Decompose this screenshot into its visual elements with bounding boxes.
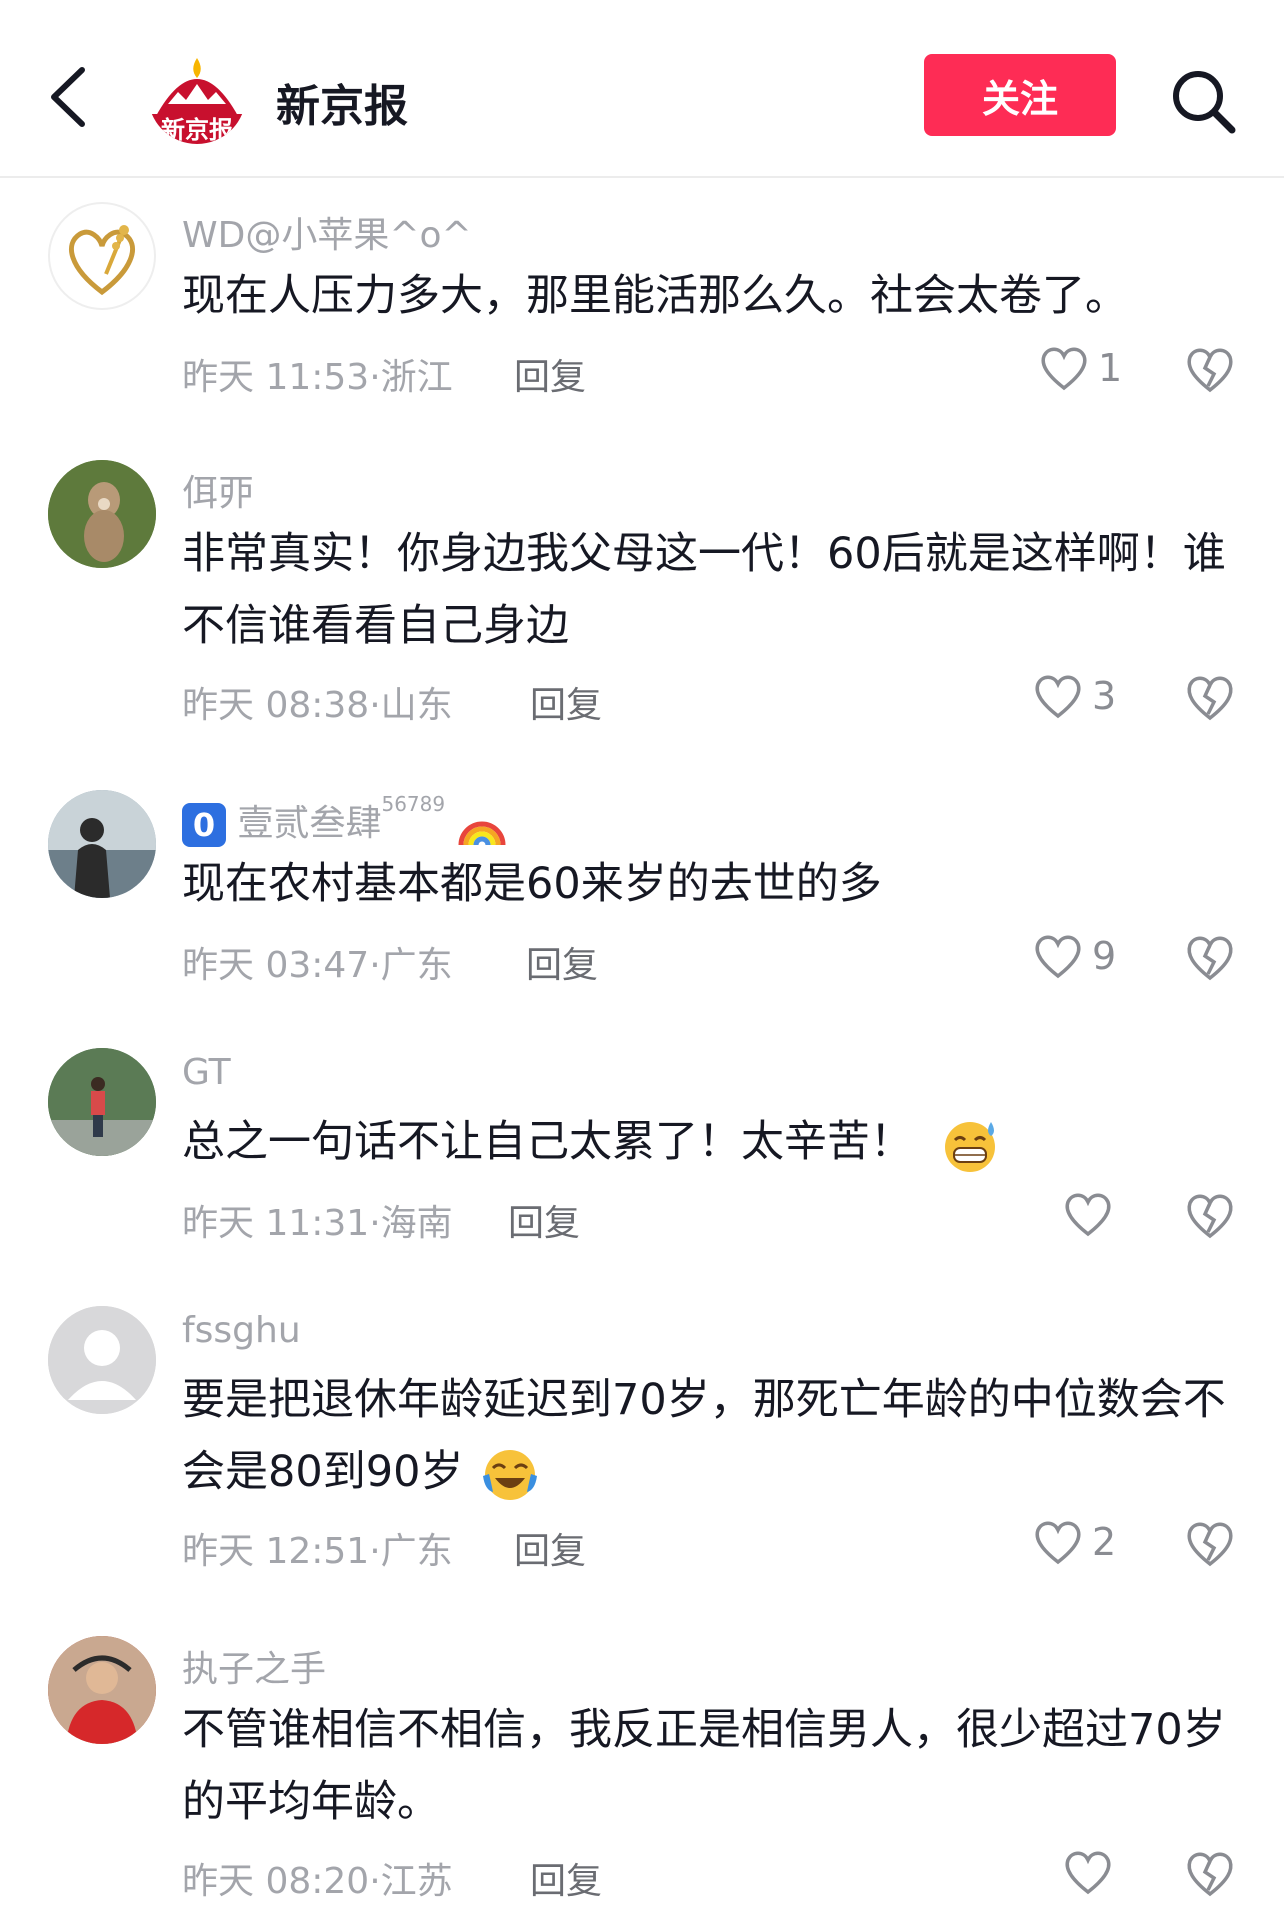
monkey-photo-avatar-icon [48, 460, 156, 568]
comment-time: 昨天 12:51 [182, 1531, 370, 1572]
sweat-grin-emoji [944, 1121, 995, 1172]
like-button[interactable]: 3 [1032, 672, 1116, 720]
number-badge: 0 [182, 803, 226, 847]
heart-icon [1035, 1521, 1081, 1565]
avatar[interactable] [48, 460, 156, 568]
broken-heart-icon[interactable] [1184, 1518, 1236, 1568]
comment-meta: 昨天 08:38·山东 [182, 685, 453, 726]
man-red-shirt-avatar-icon [48, 1636, 156, 1744]
comment-text: 现在农村基本都是60来岁的去世的多 [182, 859, 882, 909]
comment-item: 佴丣 非常真实！你身边我父母这一代！60后就是这样啊！谁不信谁看看自己身边 昨天… [0, 460, 1284, 726]
comment-meta: 昨天 11:53·浙江 [182, 357, 453, 398]
reply-button[interactable]: 回复 [526, 936, 598, 988]
username-superscript: 56789 [381, 792, 446, 816]
reply-button[interactable]: 回复 [514, 1522, 586, 1574]
comment-region: 广东 [380, 1531, 453, 1572]
comment-text-content: 总之一句话不让自己太累了！太辛苦！ [182, 1117, 913, 1167]
top-bar: 新京报 新京报 关注 [0, 0, 1284, 178]
follow-button[interactable]: 关注 [924, 54, 1116, 136]
like-count: 1 [1098, 346, 1123, 390]
comment-text: 非常真实！你身边我父母这一代！60后就是这样啊！谁不信谁看看自己身边 [182, 529, 1226, 651]
comment-username[interactable]: 执子之手 [182, 1640, 326, 1692]
heart-icon [1065, 1851, 1111, 1895]
comment-text: 不管谁相信不相信，我反正是相信男人，很少超过70岁的平均年龄。 [182, 1705, 1226, 1827]
reply-button[interactable]: 回复 [514, 348, 586, 400]
broken-heart-icon[interactable] [1184, 344, 1236, 394]
avatar[interactable] [48, 1306, 156, 1414]
person-lake-avatar-icon [48, 790, 156, 898]
like-button[interactable] [1062, 1848, 1114, 1896]
like-button[interactable]: 2 [1032, 1518, 1116, 1566]
avatar[interactable] [48, 1048, 156, 1156]
comment-username[interactable]: WD@小苹果^o^ [182, 206, 472, 258]
broken-heart-icon[interactable] [1184, 932, 1236, 982]
comment-time: 昨天 11:31 [182, 1203, 370, 1244]
comment-username[interactable]: fssghu [182, 1310, 301, 1351]
comment-time: 昨天 08:38 [182, 685, 370, 726]
comment-text-content: 要是把退休年龄延迟到70岁，那死亡年龄的中位数会不会是80到90岁 [182, 1375, 1226, 1497]
avatar[interactable] [48, 790, 156, 898]
comment-meta: 昨天 08:20·江苏 [182, 1861, 453, 1902]
comment-item: 执子之手 不管谁相信不相信，我反正是相信男人，很少超过70岁的平均年龄。 昨天 … [0, 1636, 1284, 1919]
reply-button[interactable]: 回复 [530, 676, 602, 728]
search-icon[interactable] [1168, 66, 1238, 136]
comment-meta: 昨天 03:47·广东 [182, 945, 453, 986]
broken-heart-icon[interactable] [1184, 1848, 1236, 1898]
comment-time: 昨天 11:53 [182, 357, 370, 398]
laugh-cry-emoji [483, 1449, 538, 1500]
like-count: 3 [1092, 674, 1117, 718]
comment-item: WD@小苹果^o^ 现在人压力多大，那里能活那么久。社会太卷了。 昨天 11:5… [0, 202, 1284, 402]
username-text: 壹贰叁肆 [237, 803, 382, 844]
avatar[interactable] [48, 202, 156, 310]
logo-text: 新京报 [161, 115, 233, 144]
wheat-heart-avatar-icon [69, 225, 135, 296]
default-user-avatar-icon [48, 1306, 156, 1414]
comment-text: 总之一句话不让自己太累了！太辛苦！ [182, 1106, 1242, 1178]
comment-time: 昨天 08:20 [182, 1861, 370, 1902]
comment-username[interactable]: 佴丣 [182, 464, 254, 516]
comment-region: 广东 [380, 945, 453, 986]
heart-icon [1065, 1193, 1111, 1237]
like-button[interactable]: 1 [1038, 344, 1122, 392]
xinjingbao-logo-icon: 新京报 [148, 46, 246, 144]
like-count: 2 [1092, 1520, 1117, 1564]
comment-time: 昨天 03:47 [182, 945, 370, 986]
heart-icon [1035, 675, 1081, 719]
comment-region: 海南 [380, 1203, 453, 1244]
comment-item: fssghu 要是把退休年龄延迟到70岁，那死亡年龄的中位数会不会是80到90岁… [0, 1306, 1284, 1572]
like-button[interactable]: 9 [1032, 932, 1116, 980]
comment-region: 山东 [380, 685, 453, 726]
rainbow-emoji [458, 821, 506, 846]
person-park-avatar-icon [48, 1048, 156, 1156]
heart-icon [1035, 935, 1081, 979]
comment-username[interactable]: GT [182, 1052, 231, 1093]
account-logo[interactable]: 新京报 [148, 46, 246, 144]
broken-heart-icon[interactable] [1184, 672, 1236, 722]
account-name[interactable]: 新京报 [276, 70, 408, 134]
comment-region: 浙江 [380, 357, 453, 398]
comment-meta: 昨天 11:31·海南 [182, 1203, 453, 1244]
reply-button[interactable]: 回复 [530, 1852, 602, 1904]
comment-region: 江苏 [380, 1861, 453, 1902]
comment-meta: 昨天 12:51·广东 [182, 1531, 453, 1572]
like-button[interactable] [1062, 1190, 1114, 1238]
back-arrow-icon[interactable] [44, 62, 94, 132]
comment-username[interactable]: 0 壹贰叁肆56789 [182, 792, 507, 847]
broken-heart-icon[interactable] [1184, 1190, 1236, 1240]
like-count: 9 [1092, 934, 1117, 978]
comment-text: 现在人压力多大，那里能活那么久。社会太卷了。 [182, 271, 1128, 321]
comment-text: 要是把退休年龄延迟到70岁，那死亡年龄的中位数会不会是80到90岁 [182, 1364, 1242, 1508]
avatar[interactable] [48, 1636, 156, 1744]
reply-button[interactable]: 回复 [508, 1194, 580, 1246]
comment-item: 0 壹贰叁肆56789 现在农村基本都是60来岁的去世的多 昨天 03:47·广… [0, 790, 1284, 990]
heart-icon [1041, 347, 1087, 391]
comment-item: GT 总之一句话不让自己太累了！太辛苦！ 昨天 11:31·海南 回复 [0, 1048, 1284, 1248]
